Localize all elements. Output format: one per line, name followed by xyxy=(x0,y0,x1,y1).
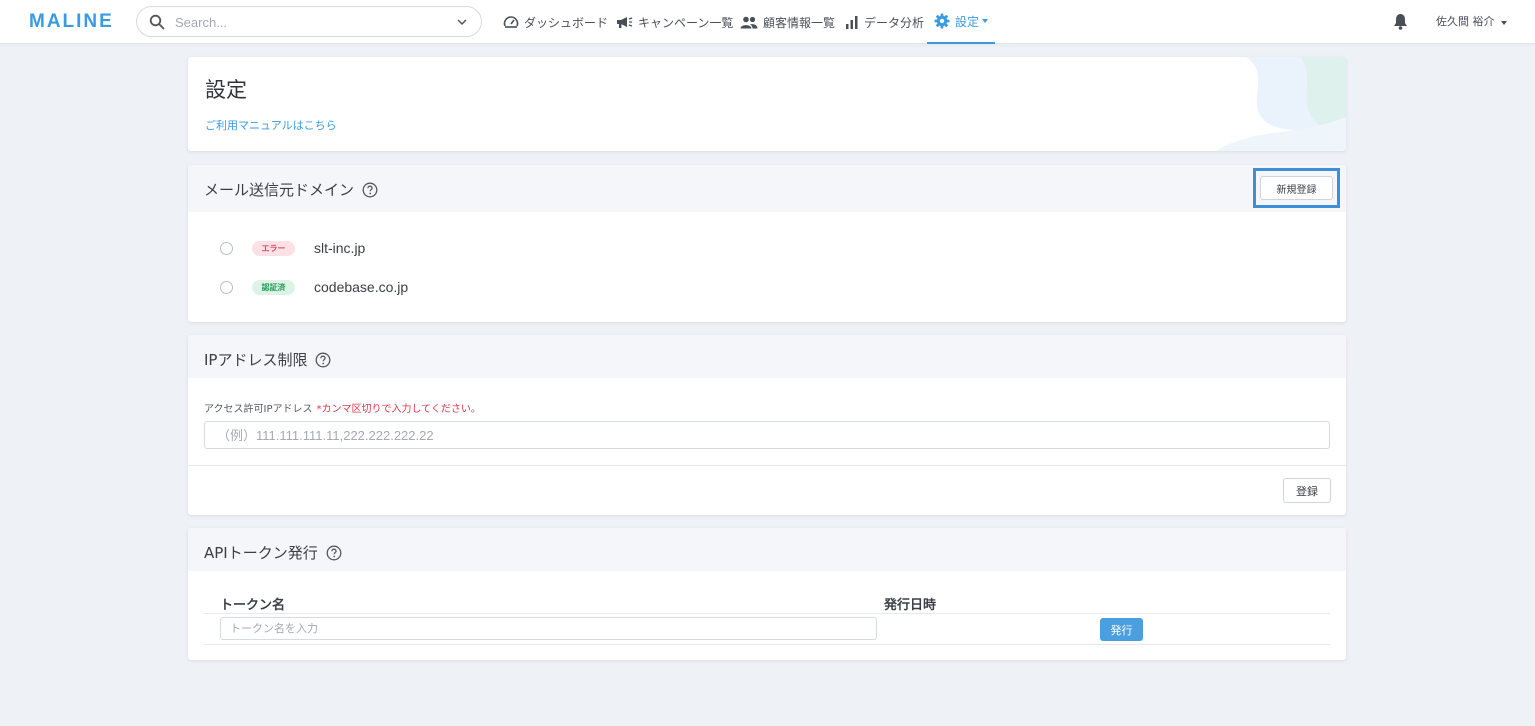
nav-dashboard[interactable]: ダッシュボード xyxy=(503,0,608,44)
nav-analytics-label: データ分析 xyxy=(864,15,925,30)
mail-domain-title-text: メール送信元ドメイン xyxy=(204,181,355,199)
register-button[interactable]: 登録 xyxy=(1283,478,1331,503)
page-title: 設定 xyxy=(205,78,247,102)
domain-name: codebase.co.jp xyxy=(314,279,409,295)
search-input[interactable] xyxy=(175,12,445,32)
caret-down-icon xyxy=(982,19,989,23)
decorative-wave xyxy=(1216,57,1346,151)
ip-field-label: アクセス許可IPアドレス *カンマ区切りで入力してください。 xyxy=(204,400,481,415)
user-name: 佐久間 裕介 xyxy=(1436,15,1495,28)
required-note: *カンマ区切りで入力してください。 xyxy=(316,404,481,415)
new-register-button[interactable]: 新規登録 xyxy=(1260,176,1333,200)
ip-restriction-card: IPアドレス制限 アクセス許可IPアドレス*カンマ区切りで入力してください。 登… xyxy=(188,335,1346,515)
settings-title-card: 設定 ご利用マニュアルはこちら xyxy=(188,57,1346,151)
nav-analytics[interactable]: データ分析 xyxy=(845,0,924,44)
nav-settings[interactable]: 設定 xyxy=(927,0,996,44)
status-badge: 認証済 xyxy=(252,279,295,295)
token-name-input[interactable] xyxy=(220,617,877,640)
caret-down-icon xyxy=(1501,21,1507,25)
chevron-down-icon[interactable] xyxy=(457,17,467,27)
nav-campaigns-label: キャンペーン一覧 xyxy=(638,15,734,30)
speedometer-icon xyxy=(503,16,519,28)
column-header-issued-at: 発行日時 xyxy=(884,598,937,613)
table-divider xyxy=(204,644,1330,645)
new-button-highlight: 新規登録 xyxy=(1253,168,1340,208)
domain-row[interactable]: エラー slt-inc.jp xyxy=(220,238,365,258)
api-token-title: APIトークン発行 xyxy=(204,542,342,563)
manual-link[interactable]: ご利用マニュアルはこちら xyxy=(205,117,337,133)
domain-radio[interactable] xyxy=(220,241,233,255)
users-icon xyxy=(740,16,758,28)
help-icon[interactable] xyxy=(315,352,331,368)
maline-logo[interactable]: MALINE xyxy=(29,11,114,33)
gear-icon xyxy=(934,13,950,29)
bell-icon[interactable] xyxy=(1393,13,1408,30)
help-icon[interactable] xyxy=(326,545,342,561)
column-header-token-name: トークン名 xyxy=(220,598,286,613)
nav-customers-label: 顧客情報一覧 xyxy=(763,15,836,30)
nav-settings-label: 設定 xyxy=(955,14,980,29)
ip-restriction-title-text: IPアドレス制限 xyxy=(204,351,308,369)
domain-radio[interactable] xyxy=(220,280,233,294)
ip-address-input[interactable] xyxy=(204,421,1330,449)
ip-label-text: アクセス許可IPアドレス xyxy=(204,404,313,415)
api-token-card: APIトークン発行 トークン名 発行日時 発行 xyxy=(188,528,1346,660)
table-divider xyxy=(204,613,1330,614)
nav-customers[interactable]: 顧客情報一覧 xyxy=(740,0,835,44)
mail-domain-title: メール送信元ドメイン xyxy=(204,179,378,200)
domain-row[interactable]: 認証済 codebase.co.jp xyxy=(220,277,408,297)
divider xyxy=(188,465,1346,466)
domain-name: slt-inc.jp xyxy=(314,240,366,256)
mail-domain-header: メール送信元ドメイン 新規登録 xyxy=(188,165,1346,212)
search-icon xyxy=(149,14,165,30)
nav-dashboard-label: ダッシュボード xyxy=(524,15,609,30)
help-icon[interactable] xyxy=(362,182,378,198)
mail-domain-card: メール送信元ドメイン 新規登録 エラー slt-inc.jp 認証済 codeb… xyxy=(188,165,1346,322)
user-menu[interactable]: 佐久間 裕介 xyxy=(1436,13,1507,29)
ip-restriction-title: IPアドレス制限 xyxy=(204,349,331,370)
nav-campaigns[interactable]: キャンペーン一覧 xyxy=(616,0,733,44)
top-navbar: MALINE ダッシュボード キャンペーン一覧 xyxy=(0,0,1535,44)
issue-token-button[interactable]: 発行 xyxy=(1100,618,1143,641)
search-box[interactable] xyxy=(136,6,482,37)
megaphone-icon xyxy=(617,16,633,28)
api-token-title-text: APIトークン発行 xyxy=(204,544,318,562)
ip-restriction-header: IPアドレス制限 xyxy=(188,335,1346,378)
api-token-header: APIトークン発行 xyxy=(188,528,1346,571)
bar-chart-icon xyxy=(846,15,858,29)
status-badge: エラー xyxy=(252,240,295,256)
